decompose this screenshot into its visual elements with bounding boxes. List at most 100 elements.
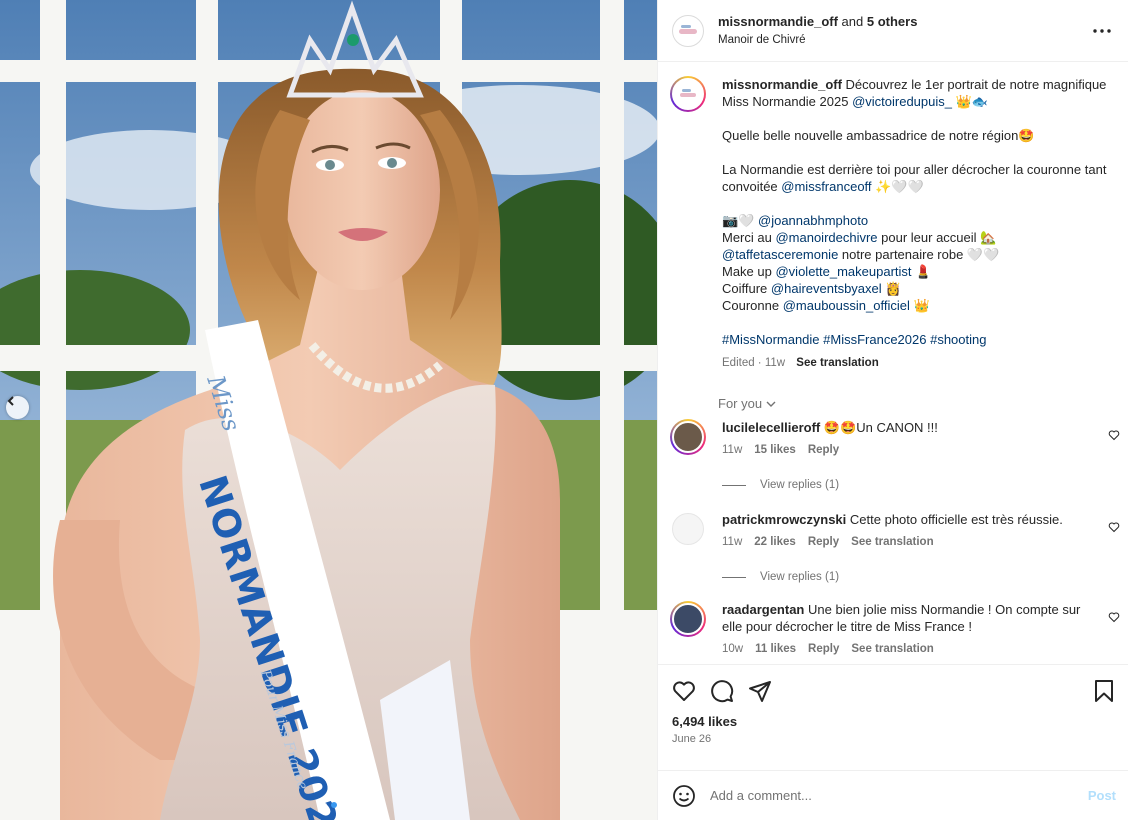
view-replies-button[interactable]: View replies (1)	[722, 479, 1112, 491]
heart-icon	[673, 681, 695, 701]
caption-emoji: ✨🤍🤍	[875, 179, 924, 194]
caption-emoji: 👑🐟	[955, 94, 988, 109]
comment-button[interactable]	[710, 679, 734, 703]
comment-reply-button[interactable]: Reply	[808, 442, 839, 459]
send-paper-plane-icon	[749, 681, 771, 702]
comment-sort-dropdown[interactable]: For you	[718, 396, 1112, 411]
credit-mention[interactable]: @manoirdechivre	[775, 230, 877, 245]
view-replies-button[interactable]: View replies (1)	[722, 571, 1112, 583]
carousel-dots	[0, 802, 657, 808]
comment-text: 🤩🤩Un CANON !!!	[823, 420, 938, 435]
comment-item: lucilelecellieroff 🤩🤩Un CANON !!! 11w 15…	[670, 419, 1120, 459]
comment-meta: 11w 15 likes Reply	[722, 442, 1088, 459]
comment-username[interactable]: patrickmrowczynski	[722, 512, 846, 527]
commenter-avatar[interactable]	[670, 601, 706, 637]
miss-normandie-logo-icon	[675, 17, 701, 44]
caption-avatar[interactable]	[670, 76, 706, 112]
miss-normandie-logo-icon	[672, 78, 704, 110]
credit-mention[interactable]: @joannabhmphoto	[758, 213, 868, 228]
post-actions: 6,494 likes June 26	[658, 664, 1128, 770]
carousel-dot	[320, 802, 327, 808]
credit-suffix: 👸	[881, 281, 902, 296]
comment-likes[interactable]: 22 likes	[754, 534, 796, 551]
bookmark-icon	[1095, 680, 1113, 702]
caption-hashtags[interactable]: #MissNormandie #MissFrance2026 #shooting	[722, 331, 1112, 348]
credit-prefix: Make up	[722, 264, 776, 279]
add-comment-bar: Post	[658, 770, 1128, 820]
see-translation-button[interactable]: See translation	[851, 534, 933, 551]
post-photo[interactable]: NORMANDIE 2025 Miss Pour Miss France	[0, 0, 657, 820]
credit-mention[interactable]: @mauboussin_officiel	[783, 298, 910, 313]
comment-reply-button[interactable]: Reply	[808, 534, 839, 551]
comment-likes[interactable]: 11 likes	[755, 641, 796, 658]
comment-time: 10w	[722, 643, 744, 655]
emoji-smiley-icon[interactable]	[672, 784, 696, 808]
post-caption: missnormandie_off Découvrez le 1er portr…	[670, 76, 1112, 372]
share-button[interactable]	[748, 679, 772, 703]
chevron-left-icon	[7, 396, 14, 406]
comment-bubble-icon	[711, 680, 734, 703]
like-comment-heart-icon[interactable]	[1108, 611, 1120, 623]
credit-mention[interactable]: @haireventsbyaxel	[771, 281, 882, 296]
comment-body: lucilelecellieroff 🤩🤩Un CANON !!! 11w 15…	[722, 419, 1112, 459]
comment-text: Cette photo officielle est très réussie.	[849, 512, 1063, 527]
see-translation-button[interactable]: See translation	[796, 357, 878, 369]
header-username[interactable]: missnormandie_off	[718, 14, 838, 29]
comment-body: patrickmrowczynski Cette photo officiell…	[722, 511, 1112, 551]
author-avatar[interactable]	[672, 14, 704, 47]
header-location[interactable]: Manoir de Chivré	[718, 32, 1090, 49]
comment-meta: 11w 22 likes Reply See translation	[722, 534, 1088, 551]
chevron-down-icon	[766, 401, 776, 407]
caption-meta: Edited · 11w See translation	[722, 355, 1112, 372]
comment-sort-label: For you	[718, 396, 763, 411]
credit-prefix: Couronne	[722, 298, 783, 313]
caption-line2: Quelle belle nouvelle ambassadrice de no…	[722, 128, 1035, 143]
comment-time: 11w	[722, 444, 743, 456]
credit-mention[interactable]: @taffetasceremonie	[722, 247, 838, 262]
caption-mention[interactable]: @victoiredupuis_	[852, 94, 952, 109]
comment-meta: 10w 11 likes Reply See translation	[722, 641, 1088, 658]
post-date: June 26	[672, 733, 712, 745]
more-options-button[interactable]	[1090, 19, 1114, 43]
comment-item: raadargentan Une bien jolie miss Normand…	[670, 601, 1120, 658]
post-details-pane: missnormandie_off and 5 others Manoir de…	[657, 0, 1128, 820]
post-header: missnormandie_off and 5 others Manoir de…	[658, 0, 1128, 62]
commenter-avatar[interactable]	[672, 513, 704, 545]
credit-suffix: 👑	[909, 298, 930, 313]
header-and: and	[841, 13, 864, 29]
like-button[interactable]	[672, 679, 696, 703]
caption-mention[interactable]: @missfranceoff	[781, 179, 871, 194]
comment-likes[interactable]: 15 likes	[754, 442, 796, 459]
comment-username[interactable]: raadargentan	[722, 602, 804, 617]
likes-count[interactable]: 6,494 likes	[672, 714, 1114, 729]
header-collaborators[interactable]: 5 others	[867, 14, 918, 29]
caption-edited: Edited · 11w	[722, 357, 786, 369]
carousel-dot-active	[330, 802, 337, 808]
post-comment-button[interactable]: Post	[1088, 788, 1116, 803]
caption-username[interactable]: missnormandie_off	[722, 77, 842, 92]
credit-mention[interactable]: @violette_makeupartist	[775, 264, 911, 279]
instagram-post-view: NORMANDIE 2025 Miss Pour Miss France mis…	[0, 0, 1128, 820]
credit-prefix: 📷🤍	[722, 213, 758, 228]
comment-reply-button[interactable]: Reply	[808, 641, 839, 658]
commenter-avatar[interactable]	[670, 419, 706, 455]
comment-body: raadargentan Une bien jolie miss Normand…	[722, 601, 1112, 658]
comments-scroll-area[interactable]: missnormandie_off Découvrez le 1er portr…	[658, 62, 1128, 664]
portrait-illustration	[0, 0, 657, 820]
like-comment-heart-icon[interactable]	[1108, 429, 1120, 441]
comment-time: 11w	[722, 536, 743, 548]
header-text: missnormandie_off and 5 others Manoir de…	[718, 13, 1090, 49]
credit-prefix: Merci au	[722, 230, 776, 245]
see-translation-button[interactable]: See translation	[851, 641, 933, 658]
more-horizontal-icon	[1093, 28, 1111, 33]
credit-suffix: notre partenaire robe 🤍🤍	[838, 247, 1000, 262]
previous-photo-button[interactable]	[6, 396, 29, 419]
add-comment-input[interactable]	[710, 788, 1088, 803]
like-comment-heart-icon[interactable]	[1108, 521, 1120, 533]
comment-username[interactable]: lucilelecellieroff	[722, 420, 820, 435]
caption-body: missnormandie_off Découvrez le 1er portr…	[722, 76, 1112, 372]
save-button[interactable]	[1094, 679, 1114, 703]
credit-suffix: pour leur accueil 🏡	[877, 230, 997, 245]
comment-item: patrickmrowczynski Cette photo officiell…	[670, 511, 1120, 551]
credit-suffix: 💄	[911, 264, 932, 279]
